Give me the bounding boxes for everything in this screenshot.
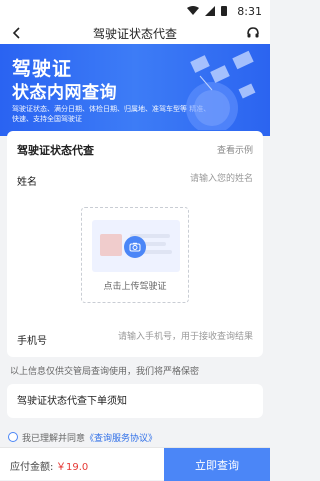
service-agreement-link[interactable]: 《查询服务协议》: [85, 431, 157, 444]
phone-label: 手机号: [17, 336, 47, 347]
banner: 驾驶证 状态内网查询 驾驶证状态、满分日期、体检日期、归属地、准驾车型等 精准、…: [0, 44, 270, 136]
banner-title-line1: 驾驶证: [12, 58, 73, 80]
status-time: 8:31: [237, 4, 262, 18]
amount-value: ￥19.0: [56, 462, 89, 473]
status-icons: 8:31: [187, 5, 262, 18]
bottom-bar: 应付金额: ￥19.0 立即查询: [0, 447, 270, 481]
card-header: 驾驶证状态代查 查看示例: [7, 131, 263, 163]
name-label: 姓名: [17, 177, 37, 188]
banner-title-line2: 状态内网查询: [12, 83, 117, 103]
license-photo-placeholder: [100, 234, 122, 256]
order-notice-card[interactable]: 驾驶证状态代查下单须知: [7, 384, 263, 418]
privacy-note: 以上信息仅供交管局查询使用，我们将严格保密: [10, 367, 200, 377]
amount-label: 应付金额:: [10, 462, 54, 473]
back-arrow-icon[interactable]: [10, 26, 24, 40]
camera-icon[interactable]: [124, 236, 146, 258]
view-example-link[interactable]: 查看示例: [217, 143, 253, 156]
app-bar: 驾驶证状态代查: [0, 22, 270, 44]
agreement-text: 我已理解并同意: [22, 433, 86, 444]
phone-row: 手机号: [7, 324, 263, 350]
page-title: 驾驶证状态代查: [92, 26, 177, 41]
name-row: 姓名: [7, 167, 263, 191]
status-bar: 8:31: [0, 0, 270, 22]
phone-input[interactable]: [83, 329, 253, 345]
signal-icon: [205, 6, 216, 16]
submit-query-button[interactable]: 立即查询: [164, 448, 270, 481]
agreement-radio[interactable]: [8, 432, 18, 442]
upload-license-label: 点击上传驾驶证: [103, 282, 167, 292]
battery-icon: [221, 6, 228, 16]
satellite-illustration-icon: [186, 50, 256, 130]
wifi-icon: [187, 6, 200, 15]
name-input[interactable]: [133, 171, 253, 187]
form-card-title: 驾驶证状态代查: [17, 144, 94, 157]
headset-icon[interactable]: [246, 26, 260, 40]
camera-glyph-icon: [129, 242, 141, 252]
order-notice-title: 驾驶证状态代查下单须知: [17, 396, 127, 407]
agreement-row[interactable]: 我已理解并同意 《查询服务协议》: [8, 430, 157, 444]
